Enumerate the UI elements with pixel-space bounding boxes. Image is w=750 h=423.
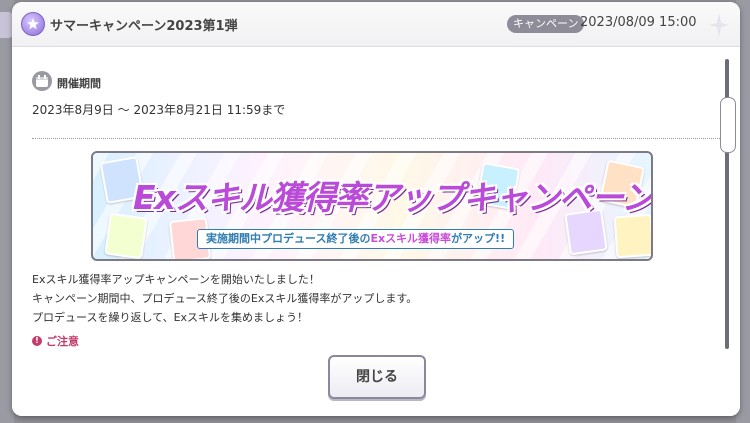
banner-subtitle-post: がアップ!! <box>451 232 506 245</box>
banner-subtitle-highlight: Exスキル獲得率 <box>370 232 452 245</box>
calendar-icon <box>32 71 52 91</box>
sparkle-icon <box>709 13 729 37</box>
caution-label: ご注意 <box>46 335 79 348</box>
caution-heading: ! ご注意 <box>32 333 79 349</box>
campaign-badge: キャンペーン <box>507 15 585 33</box>
campaign-banner: Exスキル獲得率アップキャンペーン! 実施期間中プロデュース終了後のExスキル獲… <box>91 151 653 261</box>
campaign-icon <box>21 12 45 36</box>
dialog-header: サマーキャンペーン2023第1弾 キャンペーン 2023/08/09 15:00 <box>12 2 740 47</box>
description-line: Exスキル獲得率アップキャンペーンを開始いたしました！ <box>32 273 320 286</box>
period-title: 開催期間 <box>57 77 101 90</box>
campaign-dialog: サマーキャンペーン2023第1弾 キャンペーン 2023/08/09 15:00… <box>12 2 740 416</box>
description-line: プロデュースを繰り返して、Exスキルを集めましょう！ <box>32 311 309 324</box>
dialog-datetime: 2023/08/09 15:00 <box>580 15 697 30</box>
banner-title: Exスキル獲得率アップキャンペーン! <box>133 178 653 217</box>
scrollbar-thumb[interactable] <box>720 97 736 153</box>
close-button[interactable]: 閉じる <box>328 355 426 399</box>
divider <box>32 138 720 139</box>
caution-icon: ! <box>32 336 42 346</box>
period-value: 2023年8月9日 〜 2023年8月21日 11:59まで <box>32 103 286 117</box>
banner-card <box>613 213 651 259</box>
description-line: キャンペーン期間中、プロデュース終了後のExスキル獲得率がアップします。 <box>32 292 418 305</box>
banner-subtitle-pre: 実施期間中プロデュース終了後の <box>206 232 371 245</box>
dialog-content[interactable]: 開催期間 2023年8月9日 〜 2023年8月21日 11:59まで Exスキ… <box>12 47 740 416</box>
banner-subtitle: 実施期間中プロデュース終了後のExスキル獲得率がアップ!! <box>197 229 515 249</box>
description: Exスキル獲得率アップキャンペーンを開始いたしました！ キャンペーン期間中、プロ… <box>32 270 417 327</box>
banner-card <box>104 212 148 259</box>
dialog-title: サマーキャンペーン2023第1弾 <box>50 19 238 34</box>
